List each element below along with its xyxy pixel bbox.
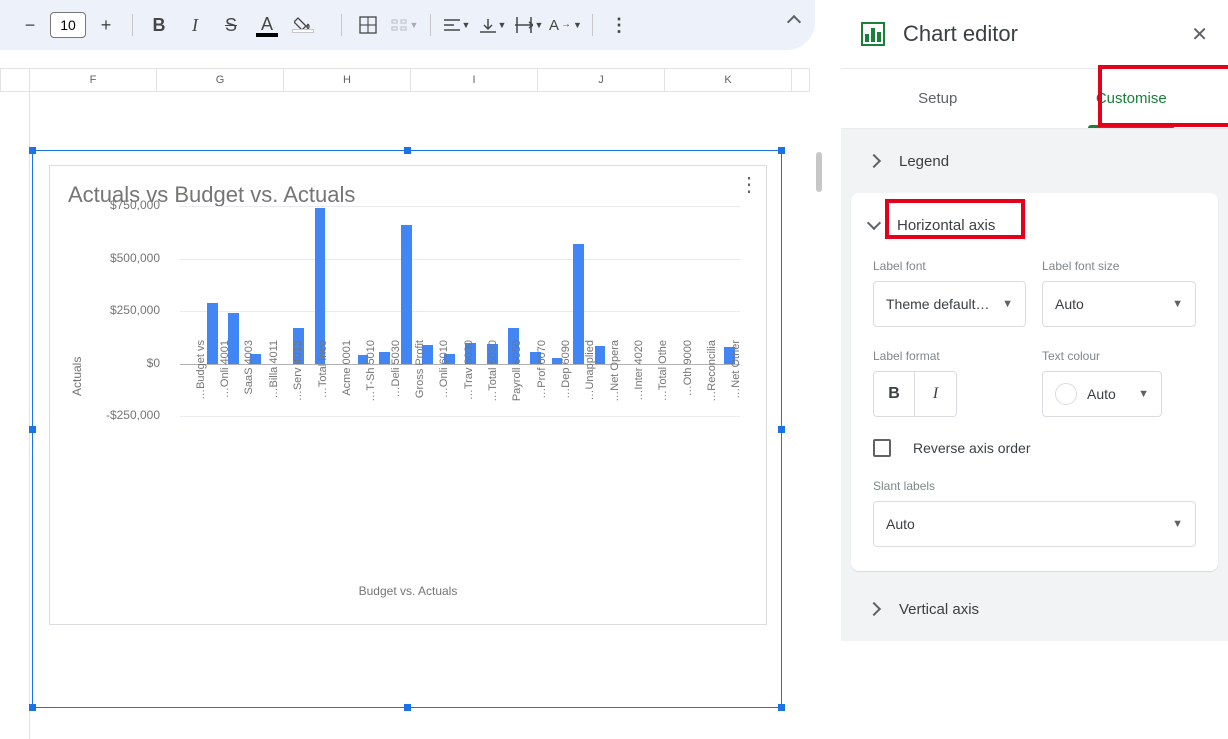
y-axis-tick: -$250,000: [80, 408, 160, 422]
tab-setup[interactable]: Setup: [841, 69, 1035, 128]
y-axis-tick: $250,000: [80, 303, 160, 317]
chart-title: Actuals vs Budget vs. Actuals: [68, 182, 766, 208]
column-header[interactable]: I: [411, 68, 538, 92]
column-header[interactable]: H: [284, 68, 411, 92]
section-legend-label: Legend: [899, 153, 949, 170]
label-format-bold-button[interactable]: B: [873, 371, 915, 417]
vertical-scrollbar[interactable]: [816, 152, 822, 192]
italic-button[interactable]: I: [179, 9, 211, 41]
slant-labels-caption: Slant labels: [873, 479, 1196, 493]
row-number-gutter: [0, 92, 30, 739]
y-axis-title: Actuals: [70, 357, 84, 396]
section-horizontal-axis-header[interactable]: Horizontal axis: [851, 193, 1218, 257]
close-sidebar-button[interactable]: ✕: [1191, 22, 1208, 47]
reverse-axis-order-checkbox[interactable]: [873, 439, 891, 457]
column-header-row: F G H I J K: [0, 68, 840, 92]
chart-selection-frame[interactable]: ⋮ Actuals vs Budget vs. Actuals $750,000…: [32, 150, 782, 708]
chart-bar: [207, 303, 218, 364]
y-axis-tick: $0: [80, 356, 160, 370]
formatting-toolbar: − + B I S A ▼ ▼ ▼ ▼ A→ ▼ ⋮: [0, 0, 815, 50]
merge-cells-button[interactable]: ▼: [388, 9, 420, 41]
section-horizontal-axis-label: Horizontal axis: [897, 217, 995, 234]
x-axis-tick: Net Opera…: [609, 340, 621, 430]
x-axis-tick: Gross Profit: [414, 340, 426, 430]
chart-bar: [379, 352, 390, 364]
x-axis-tick: 6050 Payroll: [511, 340, 523, 430]
x-axis-tick: 5030 Deli…: [390, 340, 402, 430]
text-colour-select[interactable]: Auto▼: [1042, 371, 1162, 417]
x-axis-tick: 6030 Trav…: [463, 340, 475, 430]
fill-color-button[interactable]: [287, 9, 319, 41]
x-axis-tick: 4003 SaaS: [243, 340, 255, 430]
x-axis-tick: Total 6030…: [487, 340, 499, 430]
text-wrap-button[interactable]: ▼: [513, 9, 545, 41]
section-vertical-axis-header[interactable]: Vertical axis: [841, 577, 1228, 641]
x-axis-tick: Net Other…: [730, 340, 742, 430]
x-axis-title: Budget vs. Actuals: [50, 584, 766, 598]
chart-editor-sidebar: Chart editor ✕ Setup Customise Legend Ho…: [840, 0, 1228, 739]
label-font-select[interactable]: Theme default…▼: [873, 281, 1026, 327]
x-axis-tick: 4001 Onli…: [219, 340, 231, 430]
column-header[interactable]: J: [538, 68, 665, 92]
font-size-input[interactable]: [50, 12, 86, 38]
x-axis-tick: 6090 Dep…: [560, 340, 572, 430]
vertical-align-button[interactable]: ▼: [477, 9, 509, 41]
y-axis-tick: $750,000: [80, 198, 160, 212]
horizontal-align-button[interactable]: ▼: [441, 9, 473, 41]
strikethrough-button[interactable]: S: [215, 9, 247, 41]
section-vertical-axis-label: Vertical axis: [899, 601, 979, 618]
label-font-size-select[interactable]: Auto▼: [1042, 281, 1196, 327]
embedded-chart[interactable]: ⋮ Actuals vs Budget vs. Actuals $750,000…: [49, 165, 767, 625]
x-axis-tick: Reconcilia…: [706, 340, 718, 430]
chart-bar: [595, 346, 606, 364]
label-font-size-caption: Label font size: [1042, 259, 1196, 273]
x-axis-tick: 6010 Onli…: [438, 340, 450, 430]
x-axis-tick: 4013 Serv…: [292, 340, 304, 430]
decrease-font-size-button[interactable]: −: [14, 9, 46, 41]
bold-button[interactable]: B: [143, 9, 175, 41]
borders-button[interactable]: [352, 9, 384, 41]
collapse-toolbar-button[interactable]: [789, 14, 799, 32]
x-axis-tick: 0001 Acme: [341, 340, 353, 430]
chevron-right-icon: [867, 154, 881, 168]
tab-customise[interactable]: Customise: [1035, 69, 1228, 128]
x-axis-tick: 5010 T-Sh…: [365, 340, 377, 430]
chart-options-menu-button[interactable]: ⋮: [739, 172, 758, 197]
slant-labels-select[interactable]: Auto▼: [873, 501, 1196, 547]
chevron-right-icon: [867, 602, 881, 616]
section-legend-header[interactable]: Legend: [841, 129, 1228, 193]
more-toolbar-button[interactable]: ⋮: [603, 9, 635, 41]
text-color-button[interactable]: A: [251, 9, 283, 41]
chart-bar: [401, 225, 412, 364]
sidebar-title: Chart editor: [903, 21, 1018, 47]
chart-plot-area: $750,000$500,000$250,000$0-$250,000Budge…: [180, 206, 740, 416]
y-axis-tick: $500,000: [80, 251, 160, 265]
column-header[interactable]: G: [157, 68, 284, 92]
chart-editor-icon: [861, 22, 885, 46]
label-format-italic-button[interactable]: I: [915, 371, 957, 417]
spreadsheet-workspace: F G H I J K ⋮ Actuals vs Budget vs. Actu…: [0, 50, 840, 739]
increase-font-size-button[interactable]: +: [90, 9, 122, 41]
column-header[interactable]: K: [665, 68, 792, 92]
text-colour-caption: Text colour: [1042, 349, 1196, 363]
x-axis-tick: Budget vs…: [195, 340, 207, 430]
chevron-down-icon: [867, 216, 881, 230]
text-rotation-button[interactable]: A→ ▼: [549, 9, 582, 41]
label-font-caption: Label font: [873, 259, 1026, 273]
x-axis-tick: 4011 Billa…: [268, 340, 280, 430]
chart-bar: [573, 244, 584, 364]
x-axis-tick: 9000 Oth…: [682, 340, 694, 430]
x-axis-tick: Total Othe…: [657, 340, 669, 430]
x-axis-tick: 6070 Prof…: [536, 340, 548, 430]
x-axis-tick: 4020 Inter…: [633, 340, 645, 430]
column-header[interactable]: F: [30, 68, 157, 92]
x-axis-tick: Unapplied…: [584, 340, 596, 430]
reverse-axis-order-label: Reverse axis order: [913, 440, 1031, 456]
label-format-caption: Label format: [873, 349, 1026, 363]
colour-swatch: [1055, 383, 1077, 405]
section-horizontal-axis: Horizontal axis Label font Theme default…: [851, 193, 1218, 571]
x-axis-tick: Total Inco…: [317, 340, 329, 430]
